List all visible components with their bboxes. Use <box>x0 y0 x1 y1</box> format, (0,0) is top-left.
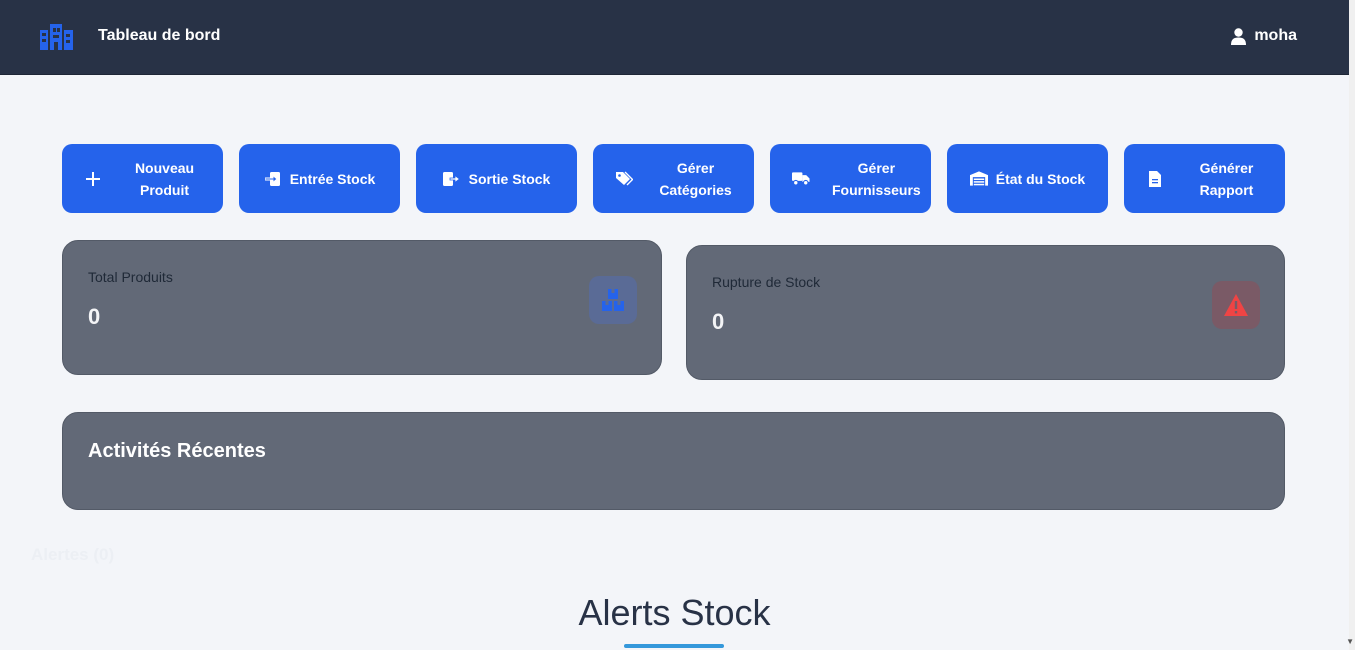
stock-out-label: Sortie Stock <box>468 170 551 187</box>
warehouse-icon <box>969 170 988 188</box>
manage-suppliers-label: Gérer Fournisseurs <box>832 159 921 198</box>
plus-icon <box>84 170 102 188</box>
warning-icon <box>1212 281 1260 329</box>
user-icon <box>1231 27 1247 45</box>
stock-status-label: État du Stock <box>995 170 1086 187</box>
tags-icon <box>615 170 633 188</box>
scroll-down-icon[interactable]: ▼ <box>1346 637 1354 646</box>
stock-out-button[interactable]: Sortie Stock <box>416 144 577 213</box>
warehouse-logo-icon[interactable] <box>40 24 73 50</box>
stock-in-button[interactable]: Entrée Stock <box>239 144 400 213</box>
stock-outage-card: Rupture de Stock 0 <box>686 245 1285 380</box>
sign-in-icon <box>264 170 282 188</box>
page-title: Tableau de bord <box>98 27 221 44</box>
total-products-card: Total Produits 0 <box>62 240 662 375</box>
quick-actions: Nouveau Produit Entrée Stock Sortie Stoc… <box>62 144 1285 213</box>
section-underline <box>624 644 724 648</box>
manage-categories-button[interactable]: Gérer Catégories <box>593 144 754 213</box>
generate-report-label: Générer Rapport <box>1199 159 1254 198</box>
user-name: moha <box>1254 27 1297 44</box>
top-navbar: Tableau de bord moha <box>0 0 1349 75</box>
manage-categories-label: Gérer Catégories <box>659 159 732 198</box>
new-product-label: Nouveau Produit <box>134 159 195 198</box>
page-scrollbar[interactable]: ▼ <box>1346 0 1355 650</box>
alerts-count-label: Alertes (0) <box>31 545 115 564</box>
file-icon <box>1146 170 1164 188</box>
boxes-icon <box>589 276 637 324</box>
new-product-button[interactable]: Nouveau Produit <box>62 144 223 213</box>
total-products-label: Total Produits <box>88 269 173 285</box>
recent-activity-title: Activités Récentes <box>88 440 266 462</box>
stock-in-label: Entrée Stock <box>289 170 376 187</box>
total-products-value: 0 <box>88 304 101 329</box>
user-menu[interactable]: moha <box>1231 27 1297 45</box>
stock-status-button[interactable]: État du Stock <box>947 144 1108 213</box>
generate-report-button[interactable]: Générer Rapport <box>1124 144 1285 213</box>
stock-outage-value: 0 <box>712 309 725 334</box>
stock-outage-label: Rupture de Stock <box>712 274 821 290</box>
truck-icon <box>792 170 810 188</box>
alerts-section-title: Alerts Stock <box>578 592 771 633</box>
sign-out-icon <box>443 170 461 188</box>
recent-activity-card: Activités Récentes <box>62 412 1285 510</box>
manage-suppliers-button[interactable]: Gérer Fournisseurs <box>770 144 931 213</box>
